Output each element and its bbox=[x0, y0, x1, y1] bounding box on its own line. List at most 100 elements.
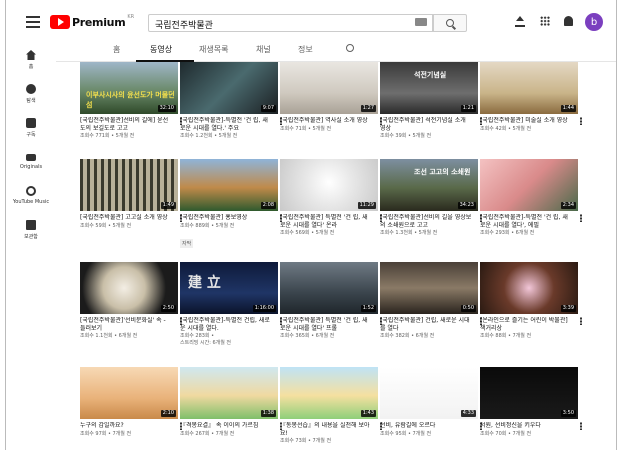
video-title[interactable]: 누구의 감일까요? bbox=[80, 422, 172, 430]
video-duration: 11:29 bbox=[357, 202, 376, 209]
video-thumbnail[interactable]: 석전기념실 1:21 bbox=[380, 62, 478, 114]
video-thumbnail[interactable]: 1:27 bbox=[280, 62, 378, 114]
youtube-premium-logo[interactable]: Premium KR bbox=[50, 14, 134, 30]
menu-icon[interactable] bbox=[26, 16, 40, 28]
video-thumbnail[interactable]: 2:34 bbox=[480, 159, 578, 211]
more-options-icon[interactable] bbox=[580, 317, 582, 325]
video-title[interactable]: 선비, 유람길에 오르다 bbox=[380, 422, 472, 430]
video-title[interactable]: [국립전주박물관] 석전기념실 소개 영상 bbox=[380, 117, 472, 132]
sidebar-item-music[interactable]: YouTube Music bbox=[6, 186, 56, 205]
sidebar-item-library[interactable]: 보관함 bbox=[6, 220, 56, 240]
channel-search-icon[interactable] bbox=[346, 44, 354, 52]
video-title[interactable]: [국립전주박물관] 특별전 '건 립, 새로운 시대를 열다' 온라 bbox=[280, 214, 372, 229]
video-title[interactable]: [국립전주박물관] 고고실 소개 영상 bbox=[80, 214, 172, 222]
tab-channels[interactable]: 채널 bbox=[256, 44, 271, 55]
video-thumbnail[interactable]: 1:44 bbox=[480, 62, 578, 114]
video-thumbnail[interactable]: 1:52 bbox=[280, 262, 378, 314]
logo-text: Premium bbox=[72, 15, 126, 29]
video-thumbnail[interactable]: 1:49 bbox=[80, 159, 178, 211]
search-icon bbox=[446, 19, 454, 27]
video-thumbnail[interactable]: 2:50 bbox=[80, 262, 178, 314]
search-input[interactable]: 국립전주박물관 bbox=[148, 14, 433, 32]
tab-home[interactable]: 홈 bbox=[113, 44, 120, 55]
video-thumbnail[interactable]: 2:10 bbox=[80, 367, 178, 419]
video-meta: 조회수 283회 • bbox=[180, 333, 215, 339]
keyboard-icon[interactable] bbox=[415, 18, 427, 26]
search-button[interactable] bbox=[433, 14, 467, 32]
video-card[interactable]: 조선 고고의 소쇄원 34:23 [국립전주박물관]선비의 길을 영상보의 소쇄원으… bbox=[380, 159, 482, 237]
video-card[interactable]: 2:34 [국립전주박물관]-특별전 '건 립, 새로운 시대를 열다', 에필 조… bbox=[480, 159, 582, 237]
video-title[interactable]: [국립전주박물관]-특별전 건립, 새로운 시대를 열다. bbox=[180, 317, 272, 332]
sidebar-item-label: YouTube Music bbox=[12, 199, 50, 205]
video-meta: 조회수 73회 • 7개월 전 bbox=[280, 438, 332, 444]
sidebar-item-explore[interactable]: 탐색 bbox=[6, 84, 56, 104]
video-title[interactable]: [국립전주박물관] 특별전 '건 립, 새로운 시대를 열다' 프롤 bbox=[280, 317, 372, 332]
video-card[interactable]: 1:44 [국립전주박물관] 미술실 소개 영상 조회수 42회 • 5개월 전 bbox=[480, 62, 582, 133]
video-title[interactable]: [국립전주박물관] 건립, 새로운 시대를 열다 bbox=[380, 317, 472, 332]
sidebar-item-home[interactable]: 홈 bbox=[6, 50, 56, 70]
sidebar-item-label: Originals bbox=[19, 164, 43, 170]
video-title[interactable]: 서원, 선비정신을 키우다 bbox=[480, 422, 572, 430]
video-thumbnail[interactable]: 3:39 bbox=[480, 262, 578, 314]
video-thumbnail[interactable]: 9:07 bbox=[180, 62, 278, 114]
more-options-icon[interactable] bbox=[580, 214, 582, 222]
video-card[interactable]: 1:43 『동몽선습』의 내용을 실천해 보아요! 조회수 73회 • 7개월 전 bbox=[280, 367, 382, 445]
video-card[interactable]: 석전기념실 1:21 [국립전주박물관] 석전기념실 소개 영상 조회수 39회 • … bbox=[380, 62, 482, 140]
video-thumbnail[interactable]: 1:38 bbox=[180, 367, 278, 419]
video-thumbnail[interactable]: 建 立 1:16:00 bbox=[180, 262, 278, 314]
logo-region: KR bbox=[127, 14, 135, 20]
tab-videos[interactable]: 동영상 bbox=[150, 44, 172, 55]
video-card[interactable]: 1:27 [국립전주박물관] 역사실 소개 영상 조회수 71회 • 5개월 전 bbox=[280, 62, 382, 133]
video-card[interactable]: 2:50 [국립전주박물관]'선비문화실' 속 - 들러보기 조회수 1.1천회 •… bbox=[80, 262, 182, 340]
video-card[interactable]: 3:39 [온라인으로 즐기는 어린이 박물관] 책거리상 조회수 88회 • 7개… bbox=[480, 262, 582, 340]
video-thumbnail[interactable]: 1:43 bbox=[280, 367, 378, 419]
apps-icon[interactable] bbox=[540, 16, 550, 26]
video-card[interactable]: 1:52 [국립전주박물관] 특별전 '건 립, 새로운 시대를 열다' 프롤 조회… bbox=[280, 262, 382, 340]
video-card[interactable]: 建 立 1:16:00 [국립전주박물관]-특별전 건립, 새로운 시대를 열다. 조… bbox=[180, 262, 282, 346]
video-title[interactable]: [국립전주박물관]'선비문화실' 속 - 들러보기 bbox=[80, 317, 172, 332]
video-card[interactable]: 2:10 누구의 감일까요? 조회수 97회 • 7개월 전 bbox=[80, 367, 182, 438]
video-thumbnail[interactable]: 2:08 bbox=[180, 159, 278, 211]
video-meta: 조회수 71회 • 5개월 전 bbox=[280, 125, 332, 132]
video-thumbnail[interactable]: 4:33 bbox=[380, 367, 478, 419]
video-thumbnail[interactable]: 11:29 bbox=[280, 159, 378, 211]
video-title[interactable]: [국립전주박물관]-특별전 '건 립, 새로운 시대를 열다.' 주요 bbox=[180, 117, 272, 132]
video-card[interactable]: 이부사시사의 윤선도가 머물던 섬 32:10 [국립전주박물관]선비의 길에] 윤… bbox=[80, 62, 182, 140]
video-card[interactable]: 1:49 [국립전주박물관] 고고실 소개 영상 조회수 59회 • 5개월 전 bbox=[80, 159, 182, 230]
sidebar-item-subscriptions[interactable]: 구독 bbox=[6, 118, 56, 138]
video-thumbnail[interactable]: 3:50 bbox=[480, 367, 578, 419]
video-card[interactable]: 3:50 서원, 선비정신을 키우다 조회수 70회 • 7개월 전 bbox=[480, 367, 582, 438]
video-card[interactable]: 0:50 [국립전주박물관] 건립, 새로운 시대를 열다 조회수 382회 • 6… bbox=[380, 262, 482, 340]
video-meta: 조회수 97회 • 7개월 전 bbox=[80, 430, 132, 437]
video-card[interactable]: 11:29 [국립전주박물관] 특별전 '건 립, 새로운 시대를 열다' 온라 조… bbox=[280, 159, 382, 237]
tab-playlists[interactable]: 재생목록 bbox=[199, 44, 228, 55]
music-icon bbox=[26, 186, 36, 196]
video-card[interactable]: 1:38 『격몽요결』 속 이이의 가르침 조회수 267회 • 7개월 전 bbox=[180, 367, 282, 438]
video-title[interactable]: 『동몽선습』의 내용을 실천해 보아요! bbox=[280, 422, 372, 437]
video-card[interactable]: 4:33 선비, 유람길에 오르다 조회수 95회 • 7개월 전 bbox=[380, 367, 482, 438]
tab-about[interactable]: 정보 bbox=[298, 44, 313, 55]
more-options-icon[interactable] bbox=[580, 117, 582, 125]
video-title[interactable]: [국립전주박물관] 역사실 소개 영상 bbox=[280, 117, 372, 125]
video-card[interactable]: 9:07 [국립전주박물관]-특별전 '건 립, 새로운 시대를 열다.' 주요 조… bbox=[180, 62, 282, 140]
video-title[interactable]: [국립전주박물관]선비의 길에] 윤선도의 보길도로 고고 bbox=[80, 117, 172, 132]
video-title[interactable]: [국립전주박물관] 홍보영상 bbox=[180, 214, 272, 222]
more-options-icon[interactable] bbox=[580, 422, 582, 430]
avatar[interactable]: b bbox=[585, 13, 603, 31]
video-thumbnail[interactable]: 이부사시사의 윤선도가 머물던 섬 32:10 bbox=[80, 62, 178, 114]
video-title[interactable]: [온라인으로 즐기는 어린이 박물관] 책거리상 bbox=[480, 317, 572, 332]
notifications-icon[interactable] bbox=[564, 16, 573, 26]
video-title[interactable]: [국립전주박물관] 미술실 소개 영상 bbox=[480, 117, 572, 125]
video-title[interactable]: 『격몽요결』 속 이이의 가르침 bbox=[180, 422, 272, 430]
channel-tabs: 홈 동영상 재생목록 채널 정보 bbox=[56, 36, 616, 62]
video-title[interactable]: [국립전주박물관]선비의 길을 영상보의 소쇄원으로 고고 bbox=[380, 214, 472, 229]
video-title[interactable]: [국립전주박물관]-특별전 '건 립, 새로운 시대를 열다', 에필 bbox=[480, 214, 572, 229]
home-icon bbox=[26, 50, 36, 60]
video-thumbnail[interactable]: 조선 고고의 소쇄원 34:23 bbox=[380, 159, 478, 211]
upload-icon[interactable] bbox=[515, 16, 525, 28]
video-duration: 1:27 bbox=[360, 105, 376, 112]
video-thumbnail[interactable]: 0:50 bbox=[380, 262, 478, 314]
sidebar-item-originals[interactable]: Originals bbox=[6, 152, 56, 170]
video-duration: 32:10 bbox=[157, 105, 176, 112]
video-card[interactable]: 2:08 [국립전주박물관] 홍보영상 조회수 889회 • 5개월 전 자막 bbox=[180, 159, 282, 249]
